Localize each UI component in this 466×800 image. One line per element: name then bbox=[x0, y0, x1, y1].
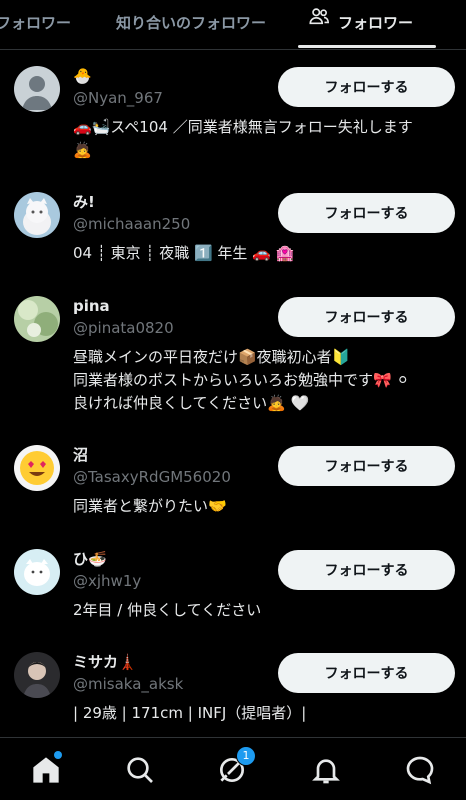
user-handle: @misaka_aksk bbox=[73, 675, 184, 693]
bottom-navigation: 1 bbox=[0, 737, 466, 800]
messages-icon[interactable]: 1 bbox=[216, 746, 256, 786]
bio-line: 🙇 bbox=[73, 141, 92, 159]
follow-button[interactable]: フォローする bbox=[278, 67, 455, 107]
tab-followers[interactable]: フォロワー bbox=[0, 0, 71, 48]
user-handle: @pinata0820 bbox=[73, 319, 174, 337]
bio-line: 🚗🛀スペ104 ／同業者様無言フォロー失礼します bbox=[73, 118, 413, 136]
people-icon bbox=[308, 0, 330, 45]
avatar[interactable] bbox=[14, 445, 60, 491]
search-icon[interactable] bbox=[124, 754, 156, 786]
user-name[interactable]: ひ🍜 bbox=[73, 549, 107, 569]
user-bio: 2年目 / 仲良くしてください bbox=[73, 599, 458, 622]
tab-label: フォロワー bbox=[0, 14, 72, 32]
bio-line: 同業者と繋がりたい🤝 bbox=[73, 497, 227, 515]
tab-label: フォロワー bbox=[338, 14, 414, 32]
bio-line: 昼職メインの平日夜だけ📦夜職初心者🔰 bbox=[73, 348, 351, 366]
tab-followers-active[interactable]: フォロワー bbox=[298, 0, 436, 48]
user-name[interactable]: ミサカ🗼 bbox=[73, 652, 137, 672]
follow-button[interactable]: フォローする bbox=[278, 446, 455, 486]
home-icon[interactable] bbox=[30, 751, 62, 786]
bio-line: 良ければ仲良くしてください🙇 🤍 bbox=[73, 394, 310, 412]
user-name[interactable]: み! bbox=[73, 192, 95, 212]
follow-button[interactable]: フォローする bbox=[278, 193, 455, 233]
notification-dot bbox=[54, 751, 62, 759]
bio-line: 2年目 / 仲良くしてください bbox=[73, 601, 262, 619]
user-bio: | 29歳 | 171cm | INFJ（提唱者）| bbox=[73, 702, 458, 725]
user-bio: 04 ┊ 東京 ┊ 夜職 1️⃣ 年生 🚗 🏩 bbox=[73, 242, 458, 265]
user-name[interactable]: 沼 bbox=[73, 445, 88, 465]
tab-label: 知り合いのフォロワー bbox=[116, 14, 267, 32]
user-bio: 🚗🛀スペ104 ／同業者様無言フォロー失礼します 🙇 bbox=[73, 116, 458, 162]
user-bio: 昼職メインの平日夜だけ📦夜職初心者🔰 同業者様のポストからいろいろお勉強中です🎀… bbox=[73, 346, 458, 415]
bio-line: 同業者様のポストからいろいろお勉強中です🎀 ⚪ bbox=[73, 371, 410, 389]
chat-bubble-icon[interactable] bbox=[404, 754, 436, 786]
user-name[interactable]: pina bbox=[73, 296, 110, 316]
user-handle: @Nyan_967 bbox=[73, 89, 163, 107]
avatar[interactable] bbox=[14, 296, 60, 342]
tab-active-content: フォロワー bbox=[308, 0, 413, 46]
avatar[interactable] bbox=[14, 549, 60, 595]
bio-line: | 29歳 | 171cm | INFJ（提唱者）| bbox=[73, 704, 307, 722]
messages-badge: 1 bbox=[236, 746, 256, 766]
tab-underline bbox=[298, 45, 436, 48]
avatar[interactable] bbox=[14, 66, 60, 112]
tab-followers-you-know[interactable]: 知り合いのフォロワー bbox=[116, 0, 266, 48]
follow-button[interactable]: フォローする bbox=[278, 653, 455, 693]
avatar[interactable] bbox=[14, 192, 60, 238]
user-handle: @TasaxyRdGM56020 bbox=[73, 468, 231, 486]
follow-button[interactable]: フォローする bbox=[278, 297, 455, 337]
user-bio: 同業者と繋がりたい🤝 bbox=[73, 495, 458, 518]
user-name[interactable]: 🐣 bbox=[73, 66, 92, 86]
bell-icon[interactable] bbox=[310, 754, 342, 786]
avatar[interactable] bbox=[14, 652, 60, 698]
follow-button[interactable]: フォローする bbox=[278, 550, 455, 590]
user-handle: @xjhw1y bbox=[73, 572, 142, 590]
user-handle: @michaaan250 bbox=[73, 215, 191, 233]
follower-tabs: フォロワー 知り合いのフォロワー フォロワー bbox=[0, 0, 466, 50]
bio-line: 04 ┊ 東京 ┊ 夜職 1️⃣ 年生 🚗 🏩 bbox=[73, 244, 295, 262]
